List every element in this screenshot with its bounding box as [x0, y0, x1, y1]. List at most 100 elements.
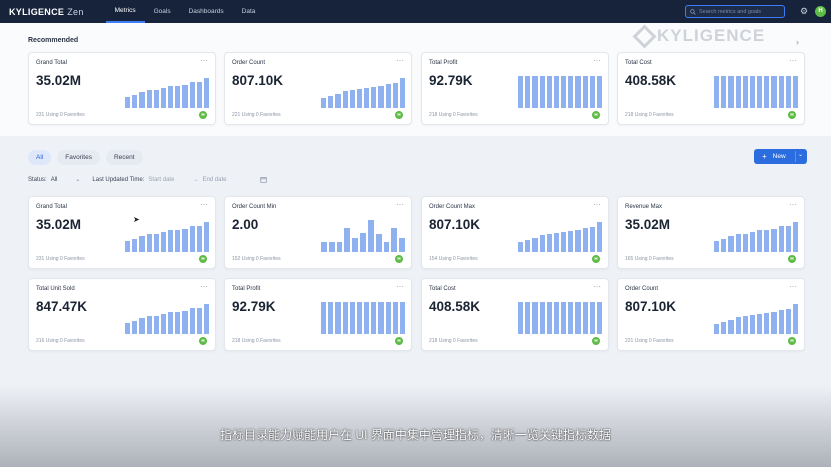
- sparkline-bar: [539, 302, 545, 334]
- sparkline-bar: [364, 88, 370, 108]
- nav-dashboards[interactable]: Dashboards: [180, 0, 233, 23]
- metric-card[interactable]: Order Count Min ··· 2.00 152 Using 0 Favori…: [224, 196, 412, 269]
- more-options-icon[interactable]: ···: [593, 56, 601, 65]
- nav-metrics[interactable]: Metrics: [105, 0, 145, 23]
- owner-avatar-icon: H: [395, 111, 403, 119]
- sparkline-bar: [721, 238, 727, 252]
- metric-card[interactable]: Total Profit ··· 92.79K 218 Using 0 Favorit…: [421, 52, 609, 125]
- more-options-icon[interactable]: ···: [396, 56, 404, 65]
- start-date-input[interactable]: Start date: [148, 177, 174, 183]
- more-options-icon[interactable]: ···: [200, 282, 208, 291]
- metric-title: Grand Total: [36, 204, 67, 210]
- sparkline-bar: [589, 227, 595, 252]
- brand-logo[interactable]: KYLIGENCE Zen: [9, 7, 84, 17]
- search-placeholder: Search metrics and goals: [699, 8, 762, 15]
- sparkline-bar: [125, 240, 131, 252]
- nav-goals[interactable]: Goals: [145, 0, 180, 23]
- metric-title: Total Profit: [232, 286, 261, 292]
- metric-value: 807.10K: [429, 217, 481, 232]
- calendar-icon[interactable]: [260, 176, 268, 183]
- usage-footer: 231 Using 0 Favorites: [36, 256, 85, 262]
- sparkline-bar: [735, 317, 741, 334]
- usage-footer: 152 Using 0 Favorites: [232, 256, 281, 262]
- user-avatar[interactable]: H: [815, 6, 826, 17]
- sparkline-bar: [153, 234, 159, 252]
- metric-card[interactable]: Total Unit Sold ··· 847.47K 216 Using 0 Fav…: [28, 278, 216, 351]
- nav-data[interactable]: Data: [233, 0, 265, 23]
- metric-card[interactable]: Order Count ··· 807.10K 221 Using 0 Favorit…: [224, 52, 412, 125]
- metric-card[interactable]: Grand Total ··· 35.02M 231 Using 0 Favorite…: [28, 196, 216, 269]
- metric-title: Order Count: [625, 286, 659, 292]
- sparkline-bar: [757, 76, 763, 108]
- sparkline-bar: [778, 226, 784, 252]
- sparkline-bar: [321, 98, 327, 108]
- status-select[interactable]: All: [51, 177, 58, 183]
- more-options-icon[interactable]: ···: [200, 200, 208, 209]
- owner-avatar-icon: H: [199, 111, 207, 119]
- more-options-icon[interactable]: ···: [789, 56, 797, 65]
- tab-recent[interactable]: Recent: [105, 150, 143, 165]
- watermark-text: KYLIGENCE: [657, 26, 766, 45]
- more-options-icon[interactable]: ···: [396, 282, 404, 291]
- trend-sparkline: [321, 76, 406, 108]
- more-options-icon[interactable]: ···: [200, 56, 208, 65]
- sparkline-bar: [742, 234, 748, 252]
- product-name: Zen: [67, 6, 84, 17]
- metric-title: Revenue Max: [625, 204, 663, 210]
- metric-card[interactable]: Order Count Max ··· 807.10K 154 Using 0 Fav…: [421, 196, 609, 269]
- sparkline-bar: [771, 76, 777, 108]
- chevron-down-icon[interactable]: ⌄: [798, 151, 803, 158]
- brand-name: KYLIGENCE: [9, 6, 65, 17]
- kyligence-logo-icon: [632, 23, 657, 49]
- more-options-icon[interactable]: ···: [789, 200, 797, 209]
- sparkline-bar: [378, 302, 384, 334]
- metric-card[interactable]: Total Cost ··· 408.58K 218 Using 0 Favorite…: [421, 278, 609, 351]
- new-metric-button[interactable]: + New ⌄: [754, 149, 807, 164]
- more-options-icon[interactable]: ···: [593, 200, 601, 209]
- metric-card[interactable]: Total Profit ··· 92.79K 218 Using 0 Favorit…: [224, 278, 412, 351]
- metric-card[interactable]: Grand Total ··· 35.02M 231 Using 0 Favorite…: [28, 52, 216, 125]
- sparkline-bar: [132, 320, 138, 334]
- more-options-icon[interactable]: ···: [789, 282, 797, 291]
- end-date-input[interactable]: End date: [202, 177, 226, 183]
- trend-sparkline: [714, 76, 799, 108]
- sparkline-bar: [132, 94, 138, 108]
- sparkline-bar: [518, 242, 524, 252]
- sparkline-bar: [561, 232, 567, 252]
- sparkline-bar: [518, 302, 524, 334]
- sparkline-bar: [539, 76, 545, 108]
- owner-avatar-icon: H: [395, 337, 403, 345]
- owner-avatar-icon: H: [788, 111, 796, 119]
- sparkline-bar: [553, 302, 560, 334]
- metric-value: 92.79K: [232, 299, 276, 314]
- metric-title: Order Count Min: [232, 204, 277, 210]
- settings-gear-icon[interactable]: ⚙: [799, 6, 809, 16]
- tab-favorites[interactable]: Favorites: [57, 150, 100, 165]
- sparkline-bar: [375, 234, 382, 252]
- more-options-icon[interactable]: ···: [593, 282, 601, 291]
- sparkline-bar: [532, 237, 538, 252]
- more-options-icon[interactable]: ···: [396, 200, 404, 209]
- metric-card[interactable]: Order Count ··· 807.10K 221 Using 0 Favorit…: [617, 278, 805, 351]
- sparkline-bar: [596, 76, 603, 108]
- sparkline-bar: [335, 93, 341, 108]
- trend-sparkline: [518, 302, 603, 334]
- carousel-next-icon[interactable]: ›: [796, 37, 799, 47]
- sparkline-bar: [764, 312, 770, 334]
- tab-all[interactable]: All: [28, 150, 52, 165]
- recommended-title: Recommended: [28, 37, 79, 44]
- sparkline-bar: [582, 76, 588, 108]
- metric-title: Order Count Max: [429, 204, 476, 210]
- metric-card[interactable]: Revenue Max ··· 35.02M 165 Using 0 Favorite…: [617, 196, 805, 269]
- sparkline-bar: [336, 242, 343, 252]
- sparkline-bar: [344, 228, 351, 252]
- metric-card[interactable]: Total Cost ··· 408.58K 218 Using 0 Favorite…: [617, 52, 805, 125]
- chevron-down-icon[interactable]: ⌄: [75, 176, 80, 183]
- sparkline-bar: [575, 76, 581, 108]
- sparkline-bar: [735, 76, 741, 108]
- search-input[interactable]: Search metrics and goals: [685, 5, 785, 18]
- usage-footer: 216 Using 0 Favorites: [36, 338, 85, 344]
- sparkline-bar: [749, 232, 756, 252]
- sparkline-bar: [778, 310, 784, 334]
- metric-value: 408.58K: [429, 299, 481, 314]
